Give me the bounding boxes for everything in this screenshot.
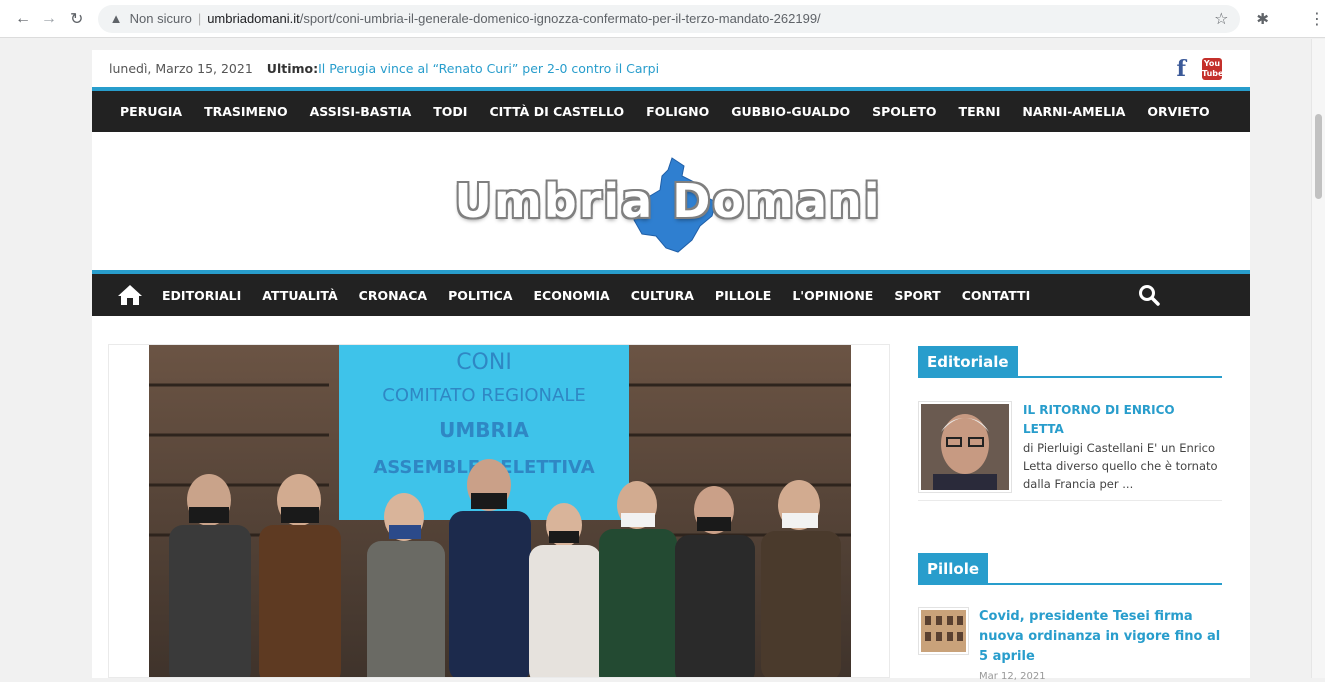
page-viewport: lunedì, Marzo 15, 2021 Ultimo: Il Perugi… <box>0 39 1325 682</box>
bookmark-star-icon[interactable]: ☆ <box>1214 9 1228 29</box>
current-date: lunedì, Marzo 15, 2021 <box>109 61 253 76</box>
reload-icon[interactable]: ↻ <box>66 8 88 30</box>
city-link-todi[interactable]: TODI <box>433 104 467 119</box>
pillole-post: Covid, presidente Tesei firma nuova ordi… <box>918 607 1222 682</box>
scrollbar-thumb[interactable] <box>1315 114 1322 199</box>
url-path: /sport/coni-umbria-il-generale-domenico-… <box>299 11 821 26</box>
facebook-icon[interactable]: f <box>1177 56 1186 82</box>
author-portrait <box>921 404 1009 490</box>
city-link-terni[interactable]: TERNI <box>959 104 1001 119</box>
article-featured-area: CONI COMITATO REGIONALE UMBRIA ASSEMBLEA… <box>108 344 890 678</box>
browser-menu-icon[interactable]: ⋮ <box>1309 9 1325 29</box>
latest-label: Ultimo: <box>266 61 319 76</box>
url-domain: umbriadomani.it <box>207 11 300 26</box>
site-logo[interactable]: Umbria Domani <box>455 174 882 228</box>
city-link-foligno[interactable]: FOLIGNO <box>646 104 709 119</box>
nav-lopinione[interactable]: L'OPINIONE <box>792 288 873 303</box>
youtube-icon[interactable]: You Tube <box>1202 57 1223 80</box>
editoriale-excerpt: di Pierluigi Castellani E' un Enrico Let… <box>1023 441 1218 491</box>
pillole-widget-header: Pillole <box>918 553 1222 585</box>
banner-line-1: CONI <box>456 350 512 375</box>
search-icon[interactable] <box>1138 284 1160 306</box>
editoriale-thumbnail[interactable] <box>918 401 1012 493</box>
address-bar[interactable]: ▲ Non sicuro | umbriadomani.it/sport/con… <box>97 4 1241 33</box>
city-link-assisi-bastia[interactable]: ASSISI-BASTIA <box>310 104 412 119</box>
social-links: f You Tube <box>1177 56 1224 82</box>
city-link-narni-amelia[interactable]: NARNI-AMELIA <box>1022 104 1125 119</box>
pillole-widget: Pillole Covid, presidente Tesei firma nu… <box>918 553 1222 682</box>
city-link-spoleto[interactable]: SPOLETO <box>872 104 936 119</box>
editoriale-post: IL RITORNO DI ENRICO LETTA di Pierluigi … <box>918 401 1222 501</box>
nav-sport[interactable]: SPORT <box>894 288 940 303</box>
group-photo-illustration: CONI COMITATO REGIONALE UMBRIA ASSEMBLEA… <box>149 345 851 677</box>
editoriale-widget-title[interactable]: Editoriale <box>918 346 1018 378</box>
city-navigation: PERUGIA TRASIMENO ASSISI-BASTIA TODI CIT… <box>92 87 1250 132</box>
city-link-perugia[interactable]: PERUGIA <box>120 104 182 119</box>
editoriale-text: IL RITORNO DI ENRICO LETTA di Pierluigi … <box>1023 401 1219 500</box>
pillole-post-date: Mar 12, 2021 <box>979 671 1046 682</box>
url-separator: | <box>197 11 202 26</box>
banner-line-2: COMITATO REGIONALE <box>382 385 585 406</box>
pillole-thumbnail[interactable] <box>918 607 969 655</box>
page-scrollbar[interactable] <box>1311 39 1325 678</box>
pillole-post-title[interactable]: Covid, presidente Tesei firma nuova ordi… <box>979 607 1222 667</box>
back-arrow-icon[interactable]: ← <box>12 8 34 30</box>
sidebar: Editoriale IL RITORNO DI ENRICO LETTA di… <box>918 346 1222 682</box>
city-link-gubbio-gualdo[interactable]: GUBBIO-GUALDO <box>731 104 850 119</box>
pillole-widget-title[interactable]: Pillole <box>918 553 989 585</box>
browser-toolbar: ← → ↻ ▲ Non sicuro | umbriadomani.it/spo… <box>0 0 1325 38</box>
top-info-bar: lunedì, Marzo 15, 2021 Ultimo: Il Perugi… <box>92 50 1250 87</box>
nav-cronaca[interactable]: CRONACA <box>359 288 427 303</box>
insecure-label: Non sicuro <box>129 11 192 26</box>
city-link-trasimeno[interactable]: TRASIMENO <box>204 104 288 119</box>
latest-news-link[interactable]: Il Perugia vince al “Renato Curi” per 2-… <box>318 61 659 76</box>
nav-economia[interactable]: ECONOMIA <box>534 288 610 303</box>
building-thumbnail <box>921 610 966 652</box>
site-container: lunedì, Marzo 15, 2021 Ultimo: Il Perugi… <box>92 50 1250 682</box>
nav-cultura[interactable]: CULTURA <box>631 288 694 303</box>
editoriale-widget-header: Editoriale <box>918 346 1222 378</box>
nav-politica[interactable]: POLITICA <box>448 288 512 303</box>
banner-line-3: UMBRIA <box>439 418 529 442</box>
home-icon[interactable] <box>116 283 144 307</box>
nav-attualita[interactable]: ATTUALITÀ <box>262 288 337 303</box>
forward-arrow-icon[interactable]: → <box>38 8 60 30</box>
nav-contatti[interactable]: CONTATTI <box>962 288 1031 303</box>
city-link-citta-di-castello[interactable]: CITTÀ DI CASTELLO <box>489 104 624 119</box>
nav-editoriali[interactable]: EDITORIALI <box>162 288 241 303</box>
pillole-text: Covid, presidente Tesei firma nuova ordi… <box>979 607 1222 682</box>
city-link-orvieto[interactable]: ORVIETO <box>1147 104 1209 119</box>
extensions-puzzle-icon[interactable]: ✱ <box>1256 10 1269 28</box>
site-header-logo-area: Umbria Domani <box>92 132 1250 270</box>
nav-pillole[interactable]: PILLOLE <box>715 288 771 303</box>
editoriale-post-title[interactable]: IL RITORNO DI ENRICO LETTA <box>1023 401 1219 439</box>
main-navigation: EDITORIALI ATTUALITÀ CRONACA POLITICA EC… <box>92 270 1250 316</box>
article-featured-image[interactable]: CONI COMITATO REGIONALE UMBRIA ASSEMBLEA… <box>149 345 851 677</box>
warning-icon[interactable]: ▲ <box>110 11 124 26</box>
